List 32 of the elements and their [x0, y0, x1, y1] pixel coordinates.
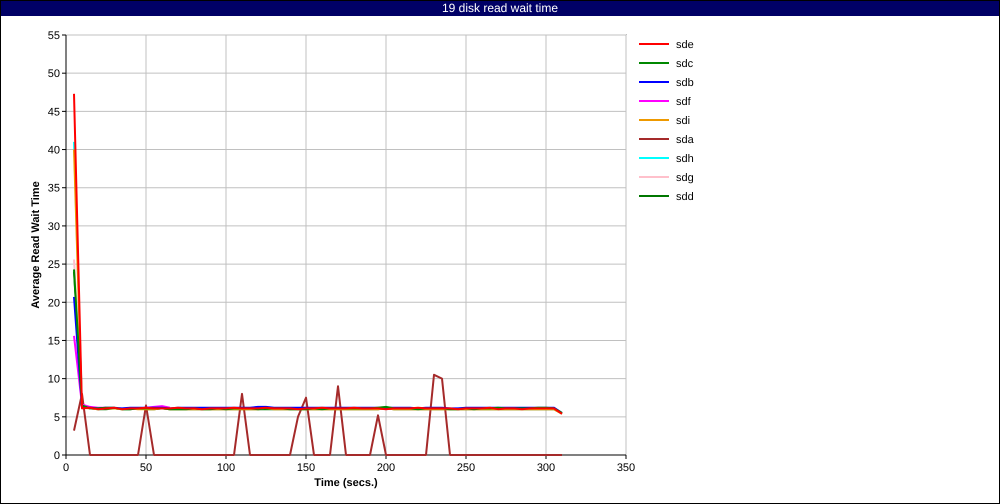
y-tick-label: 20 [48, 297, 60, 310]
y-tick-label: 45 [48, 106, 60, 118]
y-tick-label: 5 [54, 412, 60, 424]
x-tick-label: 300 [536, 462, 556, 474]
legend-label: sdd [676, 191, 694, 203]
x-axis-title: Time (secs.) [314, 477, 378, 489]
y-tick-label: 0 [54, 450, 60, 462]
legend-label: sdb [676, 77, 694, 89]
legend-label: sdi [676, 115, 690, 127]
x-tick-label: 150 [296, 462, 316, 474]
y-tick-label: 35 [48, 182, 60, 195]
x-tick-label: 250 [456, 462, 476, 474]
y-tick-label: 15 [48, 335, 60, 348]
y-tick-label: 30 [48, 220, 60, 233]
x-tick-label: 0 [62, 462, 70, 474]
legend-label: sdg [676, 172, 694, 184]
y-tick-label: 50 [48, 68, 60, 80]
y-tick-label: 55 [48, 30, 60, 42]
x-tick-label: 200 [376, 462, 396, 474]
legend-label: sdf [676, 96, 691, 108]
x-tick-label: 350 [616, 462, 636, 474]
x-tick-label: 100 [216, 462, 236, 474]
legend-label: sda [676, 134, 694, 146]
y-tick-label: 10 [48, 374, 60, 386]
legend-label: sde [676, 39, 694, 51]
y-tick-label: 40 [48, 144, 60, 157]
x-tick-label: 50 [140, 462, 152, 474]
y-axis-title: Average Read Wait Time [30, 181, 42, 309]
legend-label: sdh [676, 153, 694, 165]
title-bar: 19 disk read wait time [1, 1, 999, 16]
legend-label: sdc [676, 58, 694, 70]
y-tick-label: 25 [48, 259, 60, 272]
